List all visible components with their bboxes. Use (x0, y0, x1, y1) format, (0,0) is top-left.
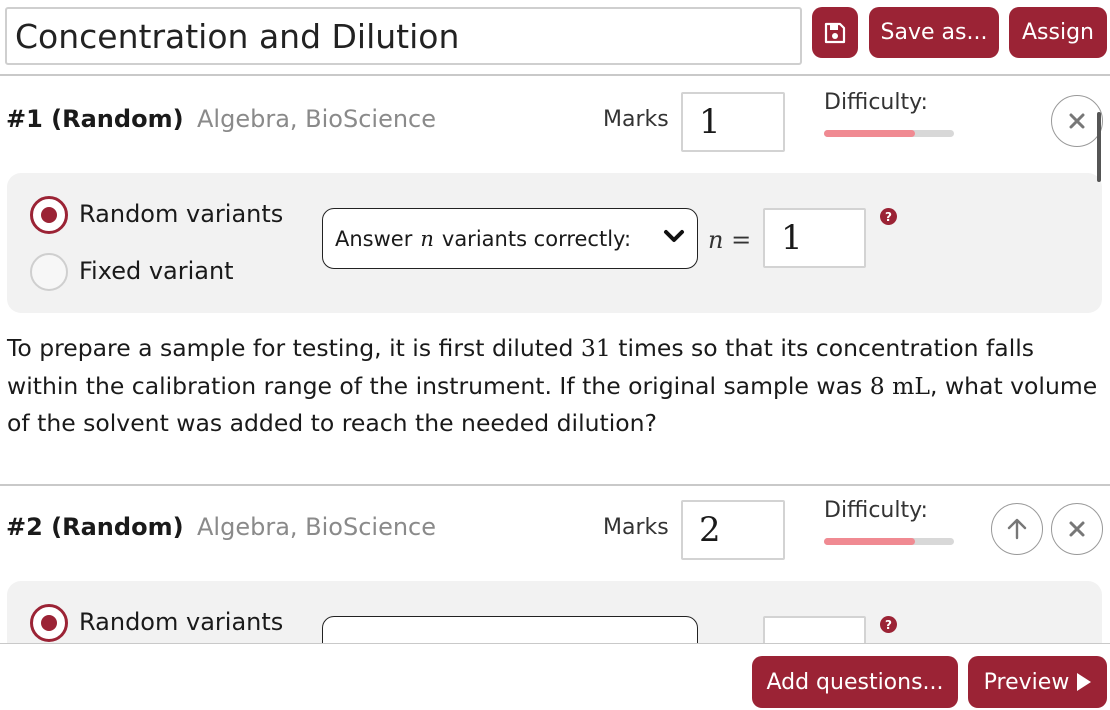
difficulty-label: Difficulty: (824, 90, 928, 115)
help-icon[interactable]: ? (880, 616, 897, 633)
save-button[interactable] (812, 7, 858, 58)
question-text: To prepare a sample for testing, it is f… (7, 330, 1102, 443)
close-icon (1069, 521, 1085, 537)
difficulty-label: Difficulty: (824, 498, 928, 523)
marks-label: Marks (603, 515, 669, 540)
math-value: 31 (580, 334, 611, 362)
random-variants-radio[interactable] (30, 604, 68, 642)
scrollbar-thumb[interactable] (1097, 112, 1101, 182)
preview-label: Preview (983, 669, 1070, 695)
math-value: 8 mL (869, 371, 930, 400)
title-input[interactable]: Concentration and Dilution (5, 7, 802, 65)
question-topics: Algebra, BioScience (197, 513, 437, 541)
assign-button[interactable]: Assign (1009, 7, 1107, 58)
random-variants-radio[interactable] (30, 196, 68, 234)
question-topics: Algebra, BioScience (197, 105, 437, 133)
help-icon[interactable]: ? (880, 208, 897, 225)
close-icon (1069, 113, 1085, 129)
dropdown-suffix: variants correctly: (441, 226, 632, 251)
question-number: #1 (Random) (6, 105, 184, 133)
remove-question-button[interactable] (1051, 95, 1103, 147)
floppy-disk-icon (824, 22, 846, 43)
difficulty-fill (824, 130, 915, 137)
save-as-button[interactable]: Save as... (869, 7, 999, 58)
question-number: #2 (Random) (6, 513, 184, 541)
add-questions-button[interactable]: Add questions... (752, 656, 958, 708)
difficulty-bar (824, 130, 954, 137)
marks-input[interactable]: 1 (681, 92, 785, 152)
header-bar: Concentration and Dilution Save as... As… (0, 0, 1110, 76)
fixed-variant-label: Fixed variant (79, 257, 234, 285)
play-icon (1077, 673, 1092, 691)
n-input[interactable]: 1 (763, 208, 866, 268)
dropdown-prefix: Answer (335, 226, 413, 251)
difficulty-bar (824, 538, 954, 545)
variant-panel: Random variants Fixed variant Answer n v… (7, 173, 1102, 313)
arrow-up-icon (1007, 518, 1027, 540)
answer-mode-dropdown[interactable]: Answer n variants correctly: (322, 208, 698, 269)
difficulty-fill (824, 538, 915, 545)
chevron-down-icon (664, 230, 684, 242)
question-text-part: To prepare a sample for testing, it is f… (7, 334, 581, 362)
random-variants-label: Random variants (79, 200, 284, 228)
dropdown-variable: n (420, 226, 434, 251)
random-variants-label: Random variants (79, 608, 284, 636)
n-equals-label: n = (708, 226, 752, 254)
marks-label: Marks (603, 107, 669, 132)
question-divider (0, 484, 1110, 486)
move-up-button[interactable] (991, 503, 1043, 555)
marks-input[interactable]: 2 (681, 500, 785, 560)
footer-bar: Add questions... Preview (0, 643, 1110, 710)
remove-question-button[interactable] (1051, 503, 1103, 555)
fixed-variant-radio[interactable] (30, 253, 68, 291)
preview-button[interactable]: Preview (968, 656, 1107, 708)
